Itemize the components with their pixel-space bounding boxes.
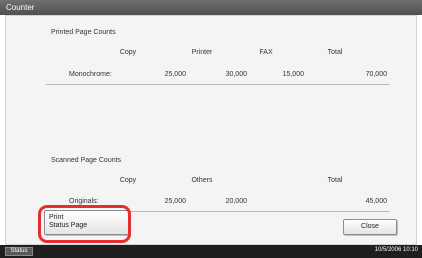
printed-value-fax: 15,000	[282, 71, 304, 78]
printed-col-copy: Copy	[119, 49, 137, 56]
scanned-value-others: 20,000	[225, 198, 247, 205]
scanned-value-copy: 25,000	[164, 198, 186, 205]
button-highlight-outline	[38, 205, 131, 243]
window-title: Counter	[6, 3, 35, 12]
printed-col-total: Total	[327, 49, 343, 56]
status-bar: Status 10/5/2006 10:10	[0, 245, 422, 258]
scanned-value-total: 45,000	[365, 198, 387, 205]
printed-value-total: 70,000	[365, 71, 387, 78]
scanned-col-copy: Copy	[119, 177, 137, 184]
date-time-readout: 10/5/2006 10:10	[374, 247, 418, 253]
printed-col-fax: FAX	[259, 49, 273, 56]
scanned-col-total: Total	[327, 177, 343, 184]
printed-value-printer: 30,000	[225, 71, 247, 78]
printed-value-copy: 25,000	[164, 71, 186, 78]
printed-row-label: Monochrome:	[69, 71, 112, 78]
printed-section-title: Printed Page Counts	[51, 29, 116, 36]
status-button[interactable]: Status	[5, 247, 33, 256]
printed-row-divider	[46, 84, 390, 85]
printed-col-printer: Printer	[191, 49, 213, 56]
close-button[interactable]: Close	[343, 219, 397, 235]
scanned-section-title: Scanned Page Counts	[51, 157, 122, 164]
scanned-col-others: Others	[191, 177, 213, 184]
window-titlebar: Counter	[0, 0, 422, 15]
scanned-row-label: Originals:	[69, 198, 99, 205]
